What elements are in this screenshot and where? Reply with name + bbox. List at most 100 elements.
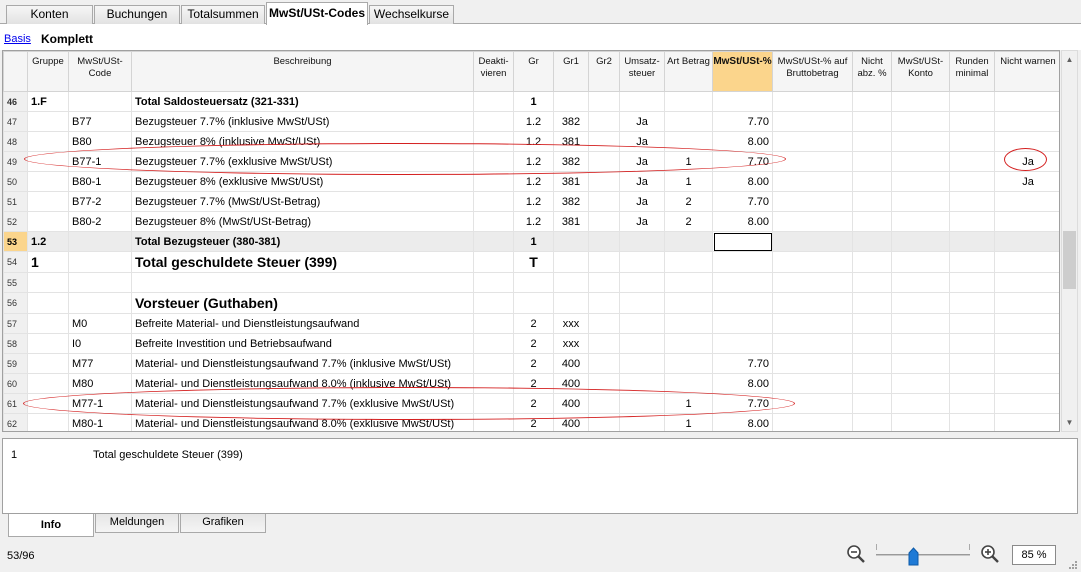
cell-umsatzsteuer[interactable] <box>619 272 665 293</box>
cell-art-betrag[interactable]: 1 <box>664 151 713 172</box>
cell-gr2[interactable] <box>588 91 620 112</box>
cell-gr1[interactable] <box>553 272 589 293</box>
cell-konto[interactable] <box>891 413 950 431</box>
column-header-konto[interactable]: MwSt/USt-Konto <box>891 51 950 92</box>
cell-brutto[interactable] <box>772 111 853 132</box>
cell-gr2[interactable] <box>588 251 620 273</box>
cell-nicht-abz[interactable] <box>852 272 892 293</box>
cell-konto[interactable] <box>891 191 950 212</box>
cell-gr1[interactable]: 381 <box>553 131 589 152</box>
cell-deaktivieren[interactable] <box>473 413 514 431</box>
cell-beschreibung[interactable]: Bezugsteuer 7.7% (exklusive MwSt/USt) <box>131 151 474 172</box>
cell-deaktivieren[interactable] <box>473 111 514 132</box>
cell-code[interactable]: M0 <box>68 313 132 334</box>
cell-nicht-warnen[interactable] <box>994 91 1059 112</box>
cell-gruppe[interactable] <box>27 131 69 152</box>
cell-art-betrag[interactable] <box>664 91 713 112</box>
cell-gr[interactable]: 1.2 <box>513 131 554 152</box>
cell-deaktivieren[interactable] <box>473 91 514 112</box>
cell-umsatzsteuer[interactable] <box>619 231 665 252</box>
column-header-gr1[interactable]: Gr1 <box>553 51 589 92</box>
column-header-umsatzsteuer[interactable]: Umsatz-steuer <box>619 51 665 92</box>
cell-gr[interactable]: 2 <box>513 313 554 334</box>
scroll-thumb[interactable] <box>1063 231 1076 289</box>
cell-brutto[interactable] <box>772 231 853 252</box>
cell-beschreibung[interactable]: Befreite Investition und Betriebsaufwand <box>131 333 474 354</box>
cell-gr[interactable]: 2 <box>513 353 554 374</box>
cell-nicht-abz[interactable] <box>852 413 892 431</box>
tab-buchungen[interactable]: Buchungen <box>94 5 180 24</box>
table-row[interactable]: 51 B77-2 Bezugsteuer 7.7% (MwSt/USt-Betrag… <box>3 191 1059 212</box>
cell-code[interactable]: B77-2 <box>68 191 132 212</box>
cell-runden[interactable] <box>949 333 995 354</box>
cell-runden[interactable] <box>949 171 995 192</box>
view-basis-link[interactable]: Basis <box>4 33 31 45</box>
cell-gr[interactable] <box>513 272 554 293</box>
cell-runden[interactable] <box>949 413 995 431</box>
scroll-up-icon[interactable]: ▲ <box>1062 51 1077 68</box>
cell-gr2[interactable] <box>588 353 620 374</box>
column-header-mwst-prozent[interactable]: MwSt/USt-% <box>712 51 773 92</box>
cell-deaktivieren[interactable] <box>473 393 514 414</box>
cell-konto[interactable] <box>891 131 950 152</box>
cell-gr[interactable]: 1.2 <box>513 191 554 212</box>
cell-beschreibung[interactable]: Total Saldosteuersatz (321-331) <box>131 91 474 112</box>
cell-beschreibung[interactable]: Bezugsteuer 7.7% (MwSt/USt-Betrag) <box>131 191 474 212</box>
cell-brutto[interactable] <box>772 393 853 414</box>
cell-gr2[interactable] <box>588 131 620 152</box>
cell-runden[interactable] <box>949 111 995 132</box>
cell-gruppe[interactable] <box>27 111 69 132</box>
cell-umsatzsteuer[interactable] <box>619 292 665 314</box>
cell-konto[interactable] <box>891 292 950 314</box>
cell-runden[interactable] <box>949 292 995 314</box>
cell-gr2[interactable] <box>588 191 620 212</box>
cell-gr1[interactable]: xxx <box>553 313 589 334</box>
cell-gr1[interactable]: 400 <box>553 413 589 431</box>
cell-beschreibung[interactable]: Material- und Dienstleistungsaufwand 7.7… <box>131 353 474 374</box>
cell-brutto[interactable] <box>772 251 853 273</box>
cell-brutto[interactable] <box>772 191 853 212</box>
cell-nicht-abz[interactable] <box>852 393 892 414</box>
cell-gr[interactable]: 1.2 <box>513 111 554 132</box>
cell-nicht-abz[interactable] <box>852 292 892 314</box>
cell-nicht-warnen[interactable] <box>994 272 1059 293</box>
cell-mwst-prozent[interactable]: 7.70 <box>712 111 773 132</box>
cell-art-betrag[interactable]: 2 <box>664 191 713 212</box>
cell-art-betrag[interactable] <box>664 111 713 132</box>
cell-deaktivieren[interactable] <box>473 171 514 192</box>
cell-gr[interactable]: 1.2 <box>513 211 554 232</box>
cell-nicht-abz[interactable] <box>852 191 892 212</box>
cell-beschreibung[interactable]: Befreite Material- und Dienstleistungsau… <box>131 313 474 334</box>
tab-mwst-codes[interactable]: MwSt/USt-Codes <box>266 2 368 25</box>
cell-gr[interactable]: 1 <box>513 231 554 252</box>
cell-mwst-prozent[interactable]: 8.00 <box>712 131 773 152</box>
cell-mwst-prozent[interactable]: 8.00 <box>712 413 773 431</box>
cell-mwst-prozent[interactable]: 8.00 <box>712 211 773 232</box>
cell-runden[interactable] <box>949 211 995 232</box>
table-row[interactable]: 57 M0 Befreite Material- und Dienstleistun… <box>3 313 1059 334</box>
column-header-deaktivieren[interactable]: Deakti-vieren <box>473 51 514 92</box>
cell-mwst-prozent[interactable]: 7.70 <box>712 151 773 172</box>
cell-gr[interactable]: 2 <box>513 393 554 414</box>
cell-nicht-warnen[interactable] <box>994 131 1059 152</box>
cell-code[interactable]: B80-2 <box>68 211 132 232</box>
cell-umsatzsteuer[interactable] <box>619 333 665 354</box>
cell-code[interactable]: B80 <box>68 131 132 152</box>
zoom-out-icon[interactable] <box>846 544 866 564</box>
cell-gruppe[interactable] <box>27 373 69 394</box>
cell-mwst-prozent[interactable]: 8.00 <box>712 373 773 394</box>
cell-nicht-abz[interactable] <box>852 171 892 192</box>
column-header-gr2[interactable]: Gr2 <box>588 51 620 92</box>
cell-mwst-prozent[interactable] <box>712 313 773 334</box>
cell-konto[interactable] <box>891 211 950 232</box>
cell-brutto[interactable] <box>772 272 853 293</box>
table-row[interactable]: 47 B77 Bezugsteuer 7.7% (inklusive MwSt/US… <box>3 111 1059 132</box>
cell-runden[interactable] <box>949 91 995 112</box>
cell-nicht-abz[interactable] <box>852 91 892 112</box>
cell-gruppe[interactable] <box>27 151 69 172</box>
cell-mwst-prozent[interactable]: 8.00 <box>712 171 773 192</box>
table-row[interactable]: 56 Vorsteuer (Guthaben) <box>3 292 1059 314</box>
cell-mwst-prozent[interactable]: 7.70 <box>712 393 773 414</box>
cell-konto[interactable] <box>891 151 950 172</box>
cell-gr2[interactable] <box>588 151 620 172</box>
